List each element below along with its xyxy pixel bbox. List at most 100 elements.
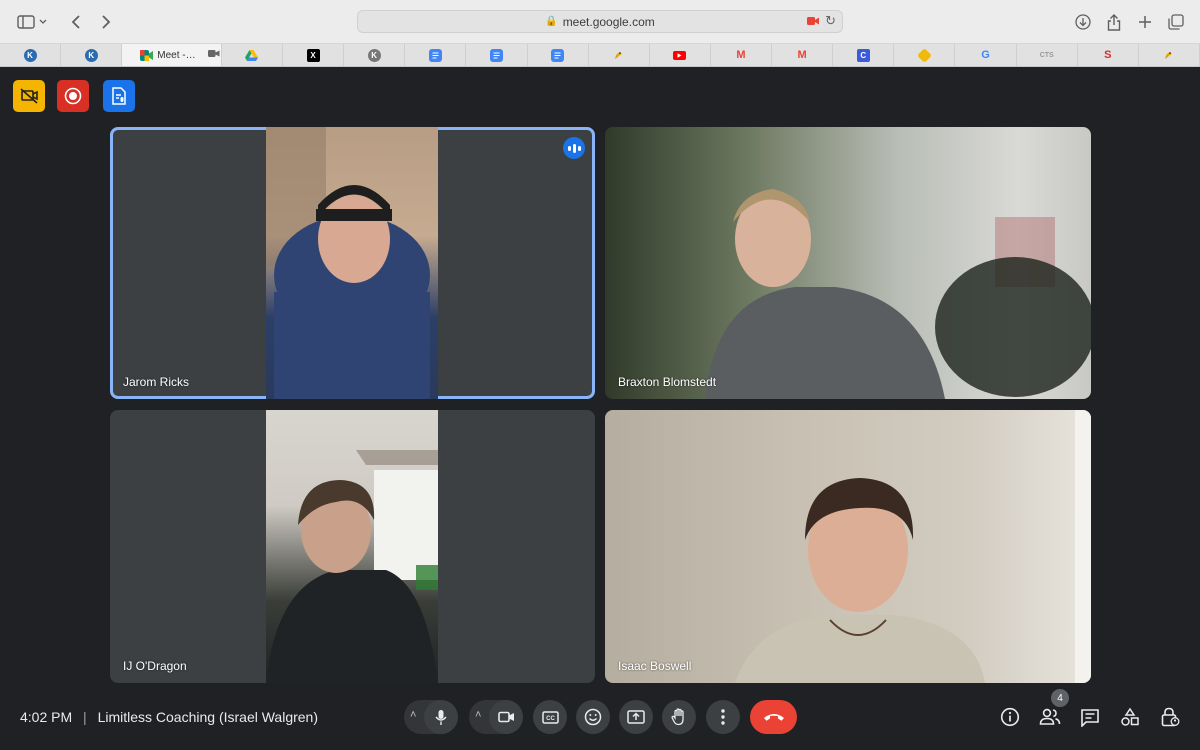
browser-tab[interactable]: M — [711, 44, 773, 66]
new-tab-icon[interactable] — [1133, 10, 1157, 34]
c-icon: C — [856, 48, 870, 62]
google-meet-icon — [140, 49, 154, 62]
participant-tile-ij[interactable]: IJ O'Dragon — [110, 410, 595, 683]
x-icon: X — [306, 48, 320, 62]
participant-name: IJ O'Dragon — [123, 659, 187, 673]
audio-options-chevron-icon[interactable]: ˄ — [410, 709, 416, 721]
participant-name: Jarom Ricks — [123, 375, 190, 389]
captions-button[interactable]: CC — [533, 700, 567, 734]
browser-tab[interactable]: CTS — [1017, 44, 1078, 66]
lock-person-icon — [1161, 707, 1180, 727]
phone-hangup-icon — [763, 714, 784, 721]
tab-strip: K K Meet -… X K M M C G CTS S — [0, 44, 1200, 67]
leave-call-button[interactable] — [750, 700, 797, 734]
forward-icon[interactable] — [94, 10, 118, 34]
gmail-icon: M — [736, 49, 746, 61]
bird-icon — [1162, 49, 1175, 62]
lock-icon: 🔒 — [545, 16, 558, 27]
microphone-button[interactable] — [424, 700, 458, 734]
raise-hand-button[interactable] — [662, 700, 696, 734]
browser-tab[interactable] — [222, 44, 283, 66]
control-bar: 4:02 PM | Limitless Coaching (Israel Wal… — [0, 685, 1200, 750]
browser-tab[interactable] — [650, 44, 711, 66]
cts-icon: CTS — [1039, 51, 1054, 59]
activities-button[interactable] — [1118, 705, 1142, 729]
mic-control-group: ˄ — [404, 700, 458, 734]
meeting-title: Limitless Coaching (Israel Walgren) — [97, 709, 319, 725]
download-icon[interactable] — [1071, 10, 1095, 34]
record-extension-icon[interactable] — [57, 80, 89, 112]
present-icon — [627, 710, 645, 724]
chat-button[interactable] — [1078, 705, 1102, 729]
browser-tab[interactable] — [589, 44, 650, 66]
back-icon[interactable] — [64, 10, 88, 34]
browser-tab[interactable]: G — [955, 44, 1017, 66]
browser-tab[interactable]: M — [772, 44, 834, 66]
address-bar[interactable]: 🔒 meet.google.com ↻ — [357, 10, 843, 33]
camera-icon — [497, 711, 514, 723]
microphone-icon — [435, 709, 447, 725]
more-vert-icon — [721, 709, 725, 725]
participant-tile-jarom[interactable]: Jarom Ricks — [110, 127, 595, 399]
more-options-button[interactable] — [706, 700, 740, 734]
people-button[interactable] — [1038, 705, 1062, 729]
k-icon: K — [84, 48, 98, 62]
participant-tile-isaac[interactable]: Isaac Boswell — [605, 410, 1091, 683]
browser-tab[interactable]: Meet -… — [122, 44, 222, 66]
youtube-icon — [673, 50, 687, 60]
participant-name: Isaac Boswell — [618, 659, 692, 673]
google-icon: G — [981, 49, 990, 61]
hand-icon — [671, 708, 684, 726]
browser-tab[interactable]: X — [283, 44, 345, 66]
participant-name: Braxton Blomstedt — [618, 375, 717, 389]
camera-button[interactable] — [489, 700, 523, 734]
browser-tab[interactable] — [466, 44, 528, 66]
participant-tile-braxton[interactable]: Braxton Blomstedt — [605, 127, 1091, 399]
separator: | — [83, 709, 87, 725]
reload-icon[interactable]: ↻ — [825, 13, 836, 29]
url-text: meet.google.com — [562, 14, 655, 29]
google-docs-icon — [551, 48, 565, 62]
present-screen-button[interactable] — [619, 700, 653, 734]
browser-tab[interactable]: K — [344, 44, 406, 66]
tab-overview-icon[interactable] — [1164, 10, 1188, 34]
sidebar-toggle-icon[interactable] — [14, 10, 38, 34]
share-icon[interactable] — [1102, 10, 1126, 34]
browser-tab[interactable] — [405, 44, 467, 66]
gmail-icon: M — [797, 49, 807, 61]
people-icon — [1039, 708, 1061, 725]
meeting-details-button[interactable] — [998, 705, 1022, 729]
bird-icon — [612, 49, 625, 62]
binance-icon — [917, 47, 932, 63]
google-docs-icon — [489, 48, 503, 62]
browser-tab[interactable]: K — [0, 44, 62, 66]
browser-tab[interactable]: K — [61, 44, 123, 66]
svg-text:CC: CC — [546, 716, 555, 722]
browser-tab[interactable]: C — [833, 44, 895, 66]
browser-tab[interactable] — [528, 44, 589, 66]
participant-video — [605, 127, 1091, 399]
k-icon: K — [23, 48, 37, 62]
info-icon — [1000, 707, 1020, 727]
speaking-indicator-icon — [563, 137, 585, 159]
browser-tab[interactable]: S — [1078, 44, 1139, 66]
browser-tab[interactable] — [1139, 44, 1200, 66]
google-drive-icon — [245, 49, 259, 62]
participant-video — [605, 410, 1091, 683]
participant-count-badge: 4 — [1051, 689, 1069, 707]
video-options-chevron-icon[interactable]: ˄ — [475, 709, 481, 721]
s-icon: S — [1104, 49, 1112, 61]
camera-control-group: ˄ — [469, 700, 523, 734]
transcript-extension-icon[interactable] — [103, 80, 135, 112]
participant-video — [266, 127, 438, 399]
browser-tab[interactable] — [894, 44, 956, 66]
camera-off-extension-icon[interactable] — [13, 80, 45, 112]
camera-recording-icon[interactable] — [807, 15, 820, 29]
reactions-button[interactable] — [576, 700, 610, 734]
chevron-down-icon[interactable] — [36, 10, 50, 34]
browser-toolbar: 🔒 meet.google.com ↻ — [0, 0, 1200, 44]
captions-icon: CC — [541, 710, 559, 724]
host-controls-button[interactable] — [1158, 705, 1182, 729]
chat-icon — [1081, 708, 1099, 727]
meeting-info: 4:02 PM | Limitless Coaching (Israel Wal… — [20, 709, 318, 725]
